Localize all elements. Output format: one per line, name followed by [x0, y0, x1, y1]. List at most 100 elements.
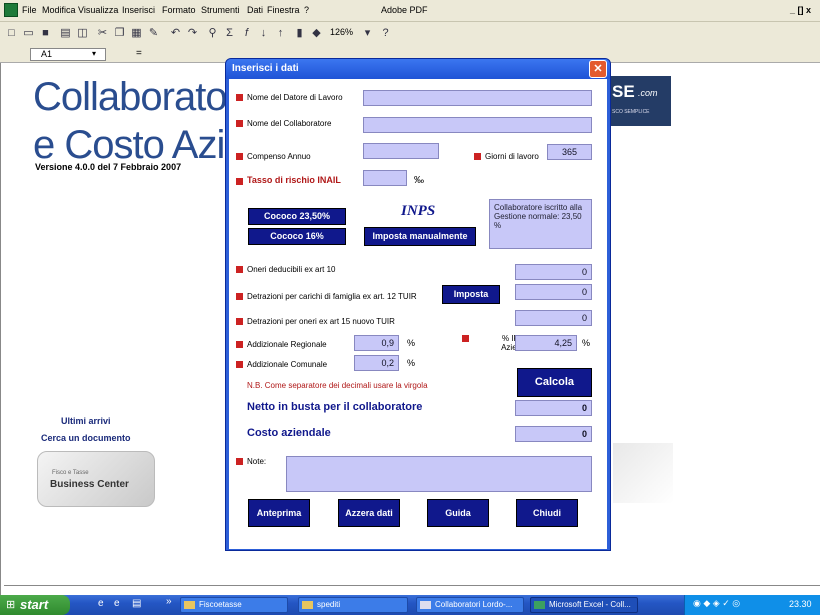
format-painter-icon[interactable]: ✎	[146, 26, 161, 41]
collaboratore-label: Nome del Collaboratore	[247, 119, 332, 128]
link-cerca-documento[interactable]: Cerca un documento	[41, 433, 131, 443]
menu-finestra[interactable]: Finestra	[267, 5, 300, 15]
ie-quicklaunch-icon[interactable]: e	[98, 598, 104, 609]
chart-wizard-icon[interactable]: ▮	[292, 26, 307, 41]
function-icon[interactable]: f	[239, 26, 254, 41]
required-marker	[236, 120, 243, 127]
cococo-16-button[interactable]: Cococo 16%	[248, 228, 346, 245]
sort-asc-icon[interactable]: ↓	[256, 26, 271, 41]
folder-icon	[184, 601, 195, 609]
window-controls[interactable]: _ [] x	[790, 5, 811, 15]
detr-oneri-input[interactable]: 0	[515, 310, 592, 326]
add-com-input[interactable]: 0,2	[354, 355, 399, 371]
cococo-2350-button[interactable]: Cococo 23,50%	[248, 208, 346, 225]
save-icon[interactable]: ■	[38, 26, 53, 41]
task-label: Microsoft Excel - Coll...	[549, 600, 631, 609]
ie2-quicklaunch-icon[interactable]: e	[114, 598, 120, 609]
windows-flag-icon: ⊞	[6, 599, 16, 611]
link-ultimi-arrivi[interactable]: Ultimi arrivi	[61, 416, 111, 426]
more-quicklaunch-icon[interactable]: »	[166, 596, 172, 607]
taskbar-item-spediti[interactable]: spediti	[298, 597, 408, 613]
taskbar-item-collaboratori[interactable]: Collaboratori Lordo-...	[416, 597, 524, 613]
datore-input[interactable]	[363, 90, 592, 106]
collaboratore-input[interactable]	[363, 117, 592, 133]
anteprima-button[interactable]: Anteprima	[248, 499, 310, 527]
add-com-label: Addizionale Comunale	[247, 360, 328, 369]
oneri-label: Oneri deducibili ex art 10	[247, 265, 336, 274]
task-label: Collaboratori Lordo-...	[435, 600, 513, 609]
required-marker	[462, 335, 469, 342]
cut-icon[interactable]: ✂	[95, 26, 110, 41]
add-com-pct: %	[407, 358, 416, 368]
drawing-icon[interactable]: ◆	[309, 26, 324, 41]
calcola-button[interactable]: Calcola	[517, 368, 592, 397]
required-marker	[236, 318, 243, 325]
imposta-button[interactable]: Imposta	[442, 285, 500, 304]
dialog-titlebar[interactable]: Inserisci i dati ✕	[226, 59, 610, 79]
taskbar: ⊞ start e e ▤ » Fiscoetasse spediti Coll…	[0, 595, 820, 615]
giorni-input[interactable]: 365	[547, 144, 592, 160]
redo-icon[interactable]: ↷	[185, 26, 200, 41]
required-marker	[236, 361, 243, 368]
menu-modifica[interactable]: Modifica	[42, 5, 76, 15]
nb-note: N.B. Come separatore dei decimali usare …	[247, 381, 428, 390]
name-box-dropdown-icon[interactable]: ▾	[92, 49, 96, 58]
guida-button[interactable]: Guida	[427, 499, 489, 527]
note-label: Note:	[247, 457, 267, 466]
menu-bar: File Modifica Visualizza Inserisci Forma…	[0, 0, 820, 22]
hyperlink-icon[interactable]: ⚲	[205, 26, 220, 41]
chiudi-button[interactable]: Chiudi	[516, 499, 578, 527]
sheet-bottom-border	[4, 585, 820, 586]
excel-icon	[534, 601, 545, 609]
irap-input[interactable]: 4,25	[515, 335, 577, 351]
datore-label: Nome del Datore di Lavoro	[247, 93, 343, 102]
desktop-quicklaunch-icon[interactable]: ▤	[132, 598, 141, 609]
business-center-banner[interactable]: Fisco e Tasse Business Center	[37, 451, 155, 507]
undo-icon[interactable]: ↶	[168, 26, 183, 41]
netto-output: 0	[515, 400, 592, 416]
copy-icon[interactable]: ❐	[112, 26, 127, 41]
menu-help[interactable]: ?	[304, 5, 309, 15]
new-doc-icon[interactable]: □	[4, 26, 19, 41]
menu-inserisci[interactable]: Inserisci	[122, 5, 155, 15]
note-input[interactable]	[286, 456, 592, 492]
taskbar-item-excel[interactable]: Microsoft Excel - Coll...	[530, 597, 638, 613]
compenso-input[interactable]	[363, 143, 439, 159]
tray-icons[interactable]: ◉ ◆ ◈ ✓ ◎	[693, 598, 740, 609]
menu-adobe-pdf[interactable]: Adobe PDF	[381, 5, 428, 15]
inail-input[interactable]	[363, 170, 407, 186]
azzera-dati-button[interactable]: Azzera dati	[338, 499, 400, 527]
inail-label: Tasso di rischio INAIL	[247, 175, 341, 185]
logo-tagline: SCO SEMPLICE	[612, 109, 650, 115]
excel-app-icon[interactable]	[4, 3, 18, 17]
start-button[interactable]: ⊞ start	[0, 595, 70, 615]
taskbar-item-fiscoetasse[interactable]: Fiscoetasse	[180, 597, 288, 613]
open-folder-icon[interactable]: ▭	[21, 26, 36, 41]
menu-strumenti[interactable]: Strumenti	[201, 5, 240, 15]
zoom-dropdown-icon[interactable]: ▾	[360, 26, 375, 41]
required-marker	[236, 458, 243, 465]
paste-icon[interactable]: ▦	[129, 26, 144, 41]
compenso-label: Compenso Annuo	[247, 152, 311, 161]
giorni-label: Giorni di lavoro	[485, 152, 539, 161]
print-preview-icon[interactable]: ◫	[75, 26, 90, 41]
menu-dati[interactable]: Dati	[247, 5, 263, 15]
detr-fam-input[interactable]: 0	[515, 284, 592, 300]
close-icon[interactable]: ✕	[589, 60, 607, 78]
menu-file[interactable]: File	[22, 5, 37, 15]
oneri-input[interactable]: 0	[515, 264, 592, 280]
zoom-level[interactable]: 126%	[330, 27, 353, 37]
autosum-icon[interactable]: Σ	[222, 26, 237, 41]
formula-equals[interactable]: =	[136, 48, 142, 59]
imposta-manualmente-button[interactable]: Imposta manualmente	[364, 227, 476, 246]
menu-visualizza[interactable]: Visualizza	[78, 5, 118, 15]
print-icon[interactable]: ▤	[58, 26, 73, 41]
task-label: spediti	[317, 600, 341, 609]
menu-formato[interactable]: Formato	[162, 5, 196, 15]
inps-heading: INPS	[401, 203, 436, 219]
required-marker	[236, 293, 243, 300]
help-icon[interactable]: ?	[378, 26, 393, 41]
sort-desc-icon[interactable]: ↑	[273, 26, 288, 41]
banner-small-text: Fisco e Tasse	[52, 470, 89, 476]
add-reg-input[interactable]: 0,9	[354, 335, 399, 351]
